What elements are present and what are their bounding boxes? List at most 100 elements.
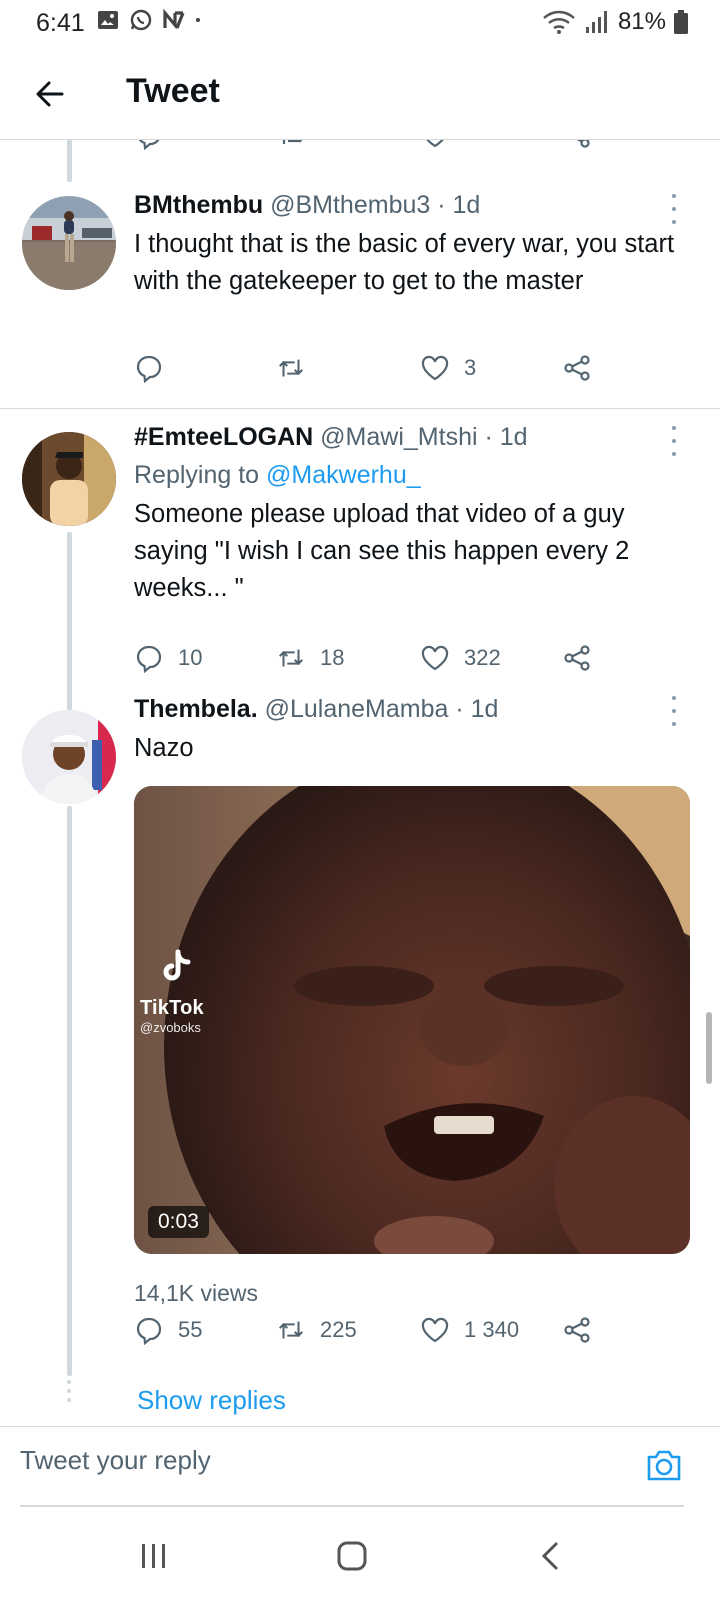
share-button[interactable]: [562, 638, 592, 678]
retweet-count: 225: [320, 1317, 357, 1342]
tweet-time: · 1d: [477, 423, 528, 451]
more-icon[interactable]: [668, 426, 680, 456]
author-name[interactable]: #EmteeLOGAN: [134, 423, 313, 451]
share-icon: [576, 140, 590, 148]
status-time: 6:41: [36, 9, 85, 37]
battery-percent: 81%: [617, 8, 666, 35]
retweet-icon: [282, 140, 303, 144]
previous-tweet-actions: [0, 140, 720, 156]
camera-button[interactable]: [644, 1445, 684, 1485]
share-icon: [564, 645, 590, 671]
avatar-image: [22, 432, 116, 526]
tweet-header: BMthembu @BMthembu3 · 1d: [134, 190, 684, 220]
back-arrow-icon: [36, 81, 64, 107]
share-button[interactable]: [562, 348, 592, 388]
notification-icons: [96, 8, 207, 32]
avatar-image: [22, 211, 116, 290]
like-icon: [426, 140, 444, 148]
share-icon: [564, 1317, 590, 1343]
retweet-icon: [279, 1321, 303, 1339]
tweet-actions: 3: [134, 348, 614, 388]
reply-bar: [0, 1426, 720, 1507]
author-handle[interactable]: @BMthembu3: [270, 191, 430, 219]
tweet[interactable]: #EmteeLOGAN @Mawi_Mtshi · 1d Replying to…: [0, 422, 720, 692]
retweet-button[interactable]: 225: [276, 1310, 357, 1350]
tweet-time: · 1d: [448, 695, 499, 723]
tweet-text: Someone please upload that video of a gu…: [134, 500, 630, 602]
gallery-icon: [98, 11, 118, 29]
retweet-button[interactable]: 18: [276, 638, 344, 678]
like-button[interactable]: 3: [420, 348, 476, 388]
back-button[interactable]: [30, 74, 70, 114]
reply-count: 55: [178, 1317, 203, 1342]
retweet-button[interactable]: [276, 348, 320, 388]
wifi-icon: [543, 10, 575, 34]
like-count: 1 340: [464, 1317, 520, 1342]
home-icon: [337, 1541, 367, 1571]
battery-icon: [674, 10, 688, 34]
retweet-count: 18: [320, 645, 345, 670]
back-icon: [541, 1542, 558, 1570]
tweet-text: I thought that is the basic of every war…: [134, 230, 675, 295]
thread-line: [67, 140, 72, 182]
tweet-header: #EmteeLOGAN @Mawi_Mtshi · 1d: [134, 422, 684, 452]
author-handle[interactable]: @LulaneMamba: [265, 695, 449, 723]
more-icon[interactable]: [668, 696, 680, 726]
reply-button[interactable]: 55: [134, 1310, 202, 1350]
system-back-button[interactable]: [530, 1538, 570, 1574]
tiktok-name: TikTok: [140, 997, 204, 1019]
replying-mention-link[interactable]: @Makwerhu_: [266, 461, 421, 489]
reply-icon: [138, 140, 160, 150]
retweet-icon: [279, 649, 303, 667]
replying-to: Replying to @Makwerhu_: [134, 460, 684, 490]
view-count: 14,1K views: [134, 1280, 259, 1306]
tweet-video[interactable]: TikTok @zvoboks 0:03: [134, 786, 690, 1254]
author-handle[interactable]: @Mawi_Mtshi: [320, 423, 477, 451]
tweet-time: · 1d: [430, 191, 481, 219]
author-name[interactable]: Thembela.: [134, 695, 258, 723]
like-icon: [421, 645, 449, 671]
avatar[interactable]: [22, 196, 116, 290]
whatsapp-icon: [130, 9, 152, 31]
like-count: 3: [464, 355, 477, 380]
tweet-actions: 55 225 1 340: [134, 1310, 614, 1350]
video-duration: 0:03: [148, 1206, 209, 1238]
avatar[interactable]: [22, 432, 116, 526]
like-icon: [421, 355, 449, 381]
divider: [0, 408, 720, 409]
reply-button[interactable]: [134, 348, 178, 388]
status-bar: 6:41 81%: [0, 0, 720, 46]
reply-icon: [136, 645, 162, 673]
dot-icon: [196, 18, 200, 22]
news-icon: [163, 8, 185, 30]
avatar-image: [22, 710, 116, 804]
share-button[interactable]: [562, 1310, 592, 1350]
signal-icon: [585, 11, 607, 33]
tweet-text: Nazo: [134, 734, 194, 762]
tweet-actions: 10 18 322: [134, 638, 614, 678]
recents-button[interactable]: [134, 1538, 174, 1574]
avatar[interactable]: [22, 710, 116, 804]
video-thumbnail: [134, 786, 690, 1254]
like-icon: [421, 1317, 449, 1343]
reply-input[interactable]: [20, 1445, 580, 1476]
like-button[interactable]: 1 340: [420, 1310, 519, 1350]
system-nav-bar: [0, 1510, 720, 1600]
tiktok-handle: @zvoboks: [140, 1020, 201, 1035]
tiktok-logo-icon: [163, 949, 191, 981]
show-replies-link[interactable]: Show replies: [137, 1385, 286, 1416]
page-title: Tweet: [126, 72, 220, 110]
reply-button[interactable]: 10: [134, 638, 202, 678]
share-icon: [564, 355, 590, 381]
reply-count: 10: [178, 645, 203, 670]
tweet[interactable]: BMthembu @BMthembu3 · 1d I thought that …: [0, 186, 720, 408]
home-button[interactable]: [332, 1538, 372, 1574]
more-icon[interactable]: [668, 194, 680, 224]
recents-icon: [142, 1544, 165, 1568]
tiktok-watermark: TikTok @zvoboks: [140, 948, 204, 1035]
author-name[interactable]: BMthembu: [134, 191, 263, 219]
like-count: 322: [464, 645, 501, 670]
scrollbar[interactable]: [706, 1012, 712, 1084]
reply-icon: [136, 355, 162, 383]
like-button[interactable]: 322: [420, 638, 501, 678]
